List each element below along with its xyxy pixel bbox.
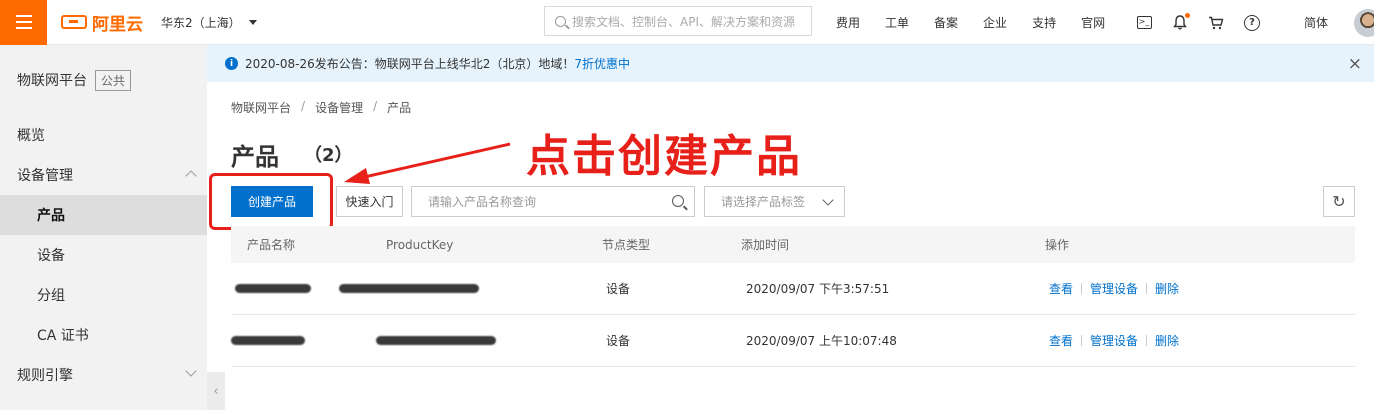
product-search-box xyxy=(411,186,695,217)
delete-link[interactable]: 删除 xyxy=(1155,280,1179,297)
quick-start-button[interactable]: 快速入门 xyxy=(336,186,403,217)
announcement-link[interactable]: 7折优惠中 xyxy=(574,55,630,72)
breadcrumb-separator: / xyxy=(301,99,306,113)
redacted-product-key xyxy=(376,315,496,366)
notification-dot xyxy=(1185,12,1190,18)
aliyun-logo-mark xyxy=(61,15,87,29)
column-header-created: 添加时间 xyxy=(741,238,790,252)
node-type-cell: 设备 xyxy=(606,282,631,296)
actions-cell: 查看 管理设备 删除 xyxy=(1049,315,1179,366)
announcement-text: 2020-08-26发布公告：物联网平台上线华北2（北京）地域！ xyxy=(245,57,575,71)
annotation-text: 点击创建产品 xyxy=(526,131,802,182)
bell-icon[interactable] xyxy=(1172,12,1190,31)
breadcrumb-item[interactable]: 物联网平台 xyxy=(231,99,291,116)
product-search-input[interactable] xyxy=(412,194,662,209)
product-tag-select[interactable]: 请选择产品标签 xyxy=(704,186,845,217)
nav-link-icp[interactable]: 备案 xyxy=(934,14,958,31)
search-icon[interactable] xyxy=(672,195,684,207)
sidebar-item-rules-engine[interactable]: 规则引擎 xyxy=(0,355,207,395)
sidebar-item-groups[interactable]: 分组 xyxy=(0,275,207,315)
manage-devices-link[interactable]: 管理设备 xyxy=(1090,280,1138,297)
sidebar-item-device-management[interactable]: 设备管理 xyxy=(0,155,207,195)
table-row: 设备 2020/09/07 上午10:07:48 查看 管理设备 删除 xyxy=(231,315,1355,367)
refresh-button[interactable]: ↻ xyxy=(1323,186,1355,217)
sidebar-item-overview[interactable]: 概览 xyxy=(0,115,207,155)
page-title: 产品 xyxy=(231,143,279,171)
column-header-node-type: 节点类型 xyxy=(602,238,651,252)
region-label: 华东2（上海） xyxy=(161,15,241,30)
column-header-productkey: ProductKey xyxy=(386,237,454,252)
top-nav-links: 费用 工单 备案 企业 支持 官网 xyxy=(836,0,1130,45)
info-icon: i xyxy=(225,57,238,70)
column-header-actions: 操作 xyxy=(1045,238,1070,252)
breadcrumb-separator: / xyxy=(373,99,378,113)
logo-text: 阿里云 xyxy=(92,14,143,35)
create-product-button[interactable]: 创建产品 xyxy=(231,186,313,217)
redacted-product-name[interactable] xyxy=(231,315,305,366)
divider xyxy=(1081,335,1083,346)
cart-icon[interactable] xyxy=(1208,15,1224,31)
created-time-cell: 2020/09/07 下午3:57:51 xyxy=(746,282,890,296)
divider xyxy=(1146,283,1148,294)
announcement-banner: i 2020-08-26发布公告：物联网平台上线华北2（北京）地域！ 7折优惠中… xyxy=(207,45,1374,82)
top-nav-icons: >_ ? xyxy=(1136,0,1260,45)
chevron-left-icon: ‹ xyxy=(213,383,219,399)
redacted-product-key xyxy=(339,263,479,314)
node-type-cell: 设备 xyxy=(606,334,631,348)
chevron-up-icon xyxy=(185,170,197,182)
avatar[interactable] xyxy=(1354,9,1374,37)
help-icon[interactable]: ? xyxy=(1244,14,1260,31)
region-selector[interactable]: 华东2（上海） xyxy=(161,14,257,31)
refresh-icon: ↻ xyxy=(1332,192,1346,211)
manage-devices-link[interactable]: 管理设备 xyxy=(1090,332,1138,349)
actions-cell: 查看 管理设备 删除 xyxy=(1049,263,1179,314)
close-icon[interactable]: × xyxy=(1348,54,1362,74)
chevron-down-icon xyxy=(822,194,834,206)
product-tag-select-placeholder: 请选择产品标签 xyxy=(721,195,806,209)
delete-link[interactable]: 删除 xyxy=(1155,332,1179,349)
language-switch[interactable]: 简体 xyxy=(1304,14,1328,31)
nav-link-website[interactable]: 官网 xyxy=(1081,14,1105,31)
view-link[interactable]: 查看 xyxy=(1049,332,1073,349)
help-glyph: ? xyxy=(1244,14,1260,31)
redacted-product-name[interactable] xyxy=(235,263,311,314)
search-icon xyxy=(555,15,566,27)
column-header-name: 产品名称 xyxy=(247,238,296,252)
sidebar-header: 物联网平台 公共 xyxy=(0,45,207,115)
divider xyxy=(1081,283,1083,294)
sidebar-title: 物联网平台 xyxy=(17,73,87,89)
sidebar-item-ca-cert[interactable]: CA 证书 xyxy=(0,315,207,355)
global-search-input[interactable]: 搜索文档、控制台、API、解决方案和资源 xyxy=(544,6,812,36)
breadcrumb: 物联网平台 / 设备管理 / 产品 xyxy=(231,99,411,116)
created-time-cell: 2020/09/07 上午10:07:48 xyxy=(746,334,897,348)
breadcrumb-item[interactable]: 设备管理 xyxy=(315,99,363,116)
nav-link-fees[interactable]: 费用 xyxy=(836,14,860,31)
annotation-arrow xyxy=(344,142,511,184)
sidebar-item-label: 规则引擎 xyxy=(17,368,73,384)
aliyun-logo[interactable]: 阿里云 xyxy=(61,10,143,35)
divider xyxy=(1146,335,1148,346)
table-row: 设备 2020/09/07 下午3:57:51 查看 管理设备 删除 xyxy=(231,263,1355,315)
hamburger-icon[interactable] xyxy=(0,0,47,45)
terminal-icon[interactable]: >_ xyxy=(1136,15,1152,31)
products-table: 产品名称 ProductKey 节点类型 添加时间 操作 设备 2020/09/… xyxy=(231,226,1355,367)
nav-link-support[interactable]: 支持 xyxy=(1032,14,1056,31)
global-search-placeholder: 搜索文档、控制台、API、解决方案和资源 xyxy=(572,14,795,29)
sidebar: 物联网平台 公共 概览 设备管理 产品 设备 分组 CA 证书 规则引擎 xyxy=(0,45,207,410)
view-link[interactable]: 查看 xyxy=(1049,280,1073,297)
terminal-glyph: >_ xyxy=(1136,16,1152,29)
table-header: 产品名称 ProductKey 节点类型 添加时间 操作 xyxy=(231,226,1355,263)
breadcrumb-item-current: 产品 xyxy=(387,101,412,115)
nav-link-enterprise[interactable]: 企业 xyxy=(983,14,1007,31)
sidebar-item-label: 设备管理 xyxy=(17,168,73,184)
sidebar-collapse-handle[interactable]: ‹ xyxy=(207,372,225,410)
nav-link-tickets[interactable]: 工单 xyxy=(885,14,909,31)
chevron-down-icon xyxy=(185,365,197,377)
sidebar-item-products[interactable]: 产品 xyxy=(0,195,207,235)
sidebar-item-devices[interactable]: 设备 xyxy=(0,235,207,275)
sidebar-tag[interactable]: 公共 xyxy=(95,69,132,91)
chevron-down-icon xyxy=(248,19,257,25)
